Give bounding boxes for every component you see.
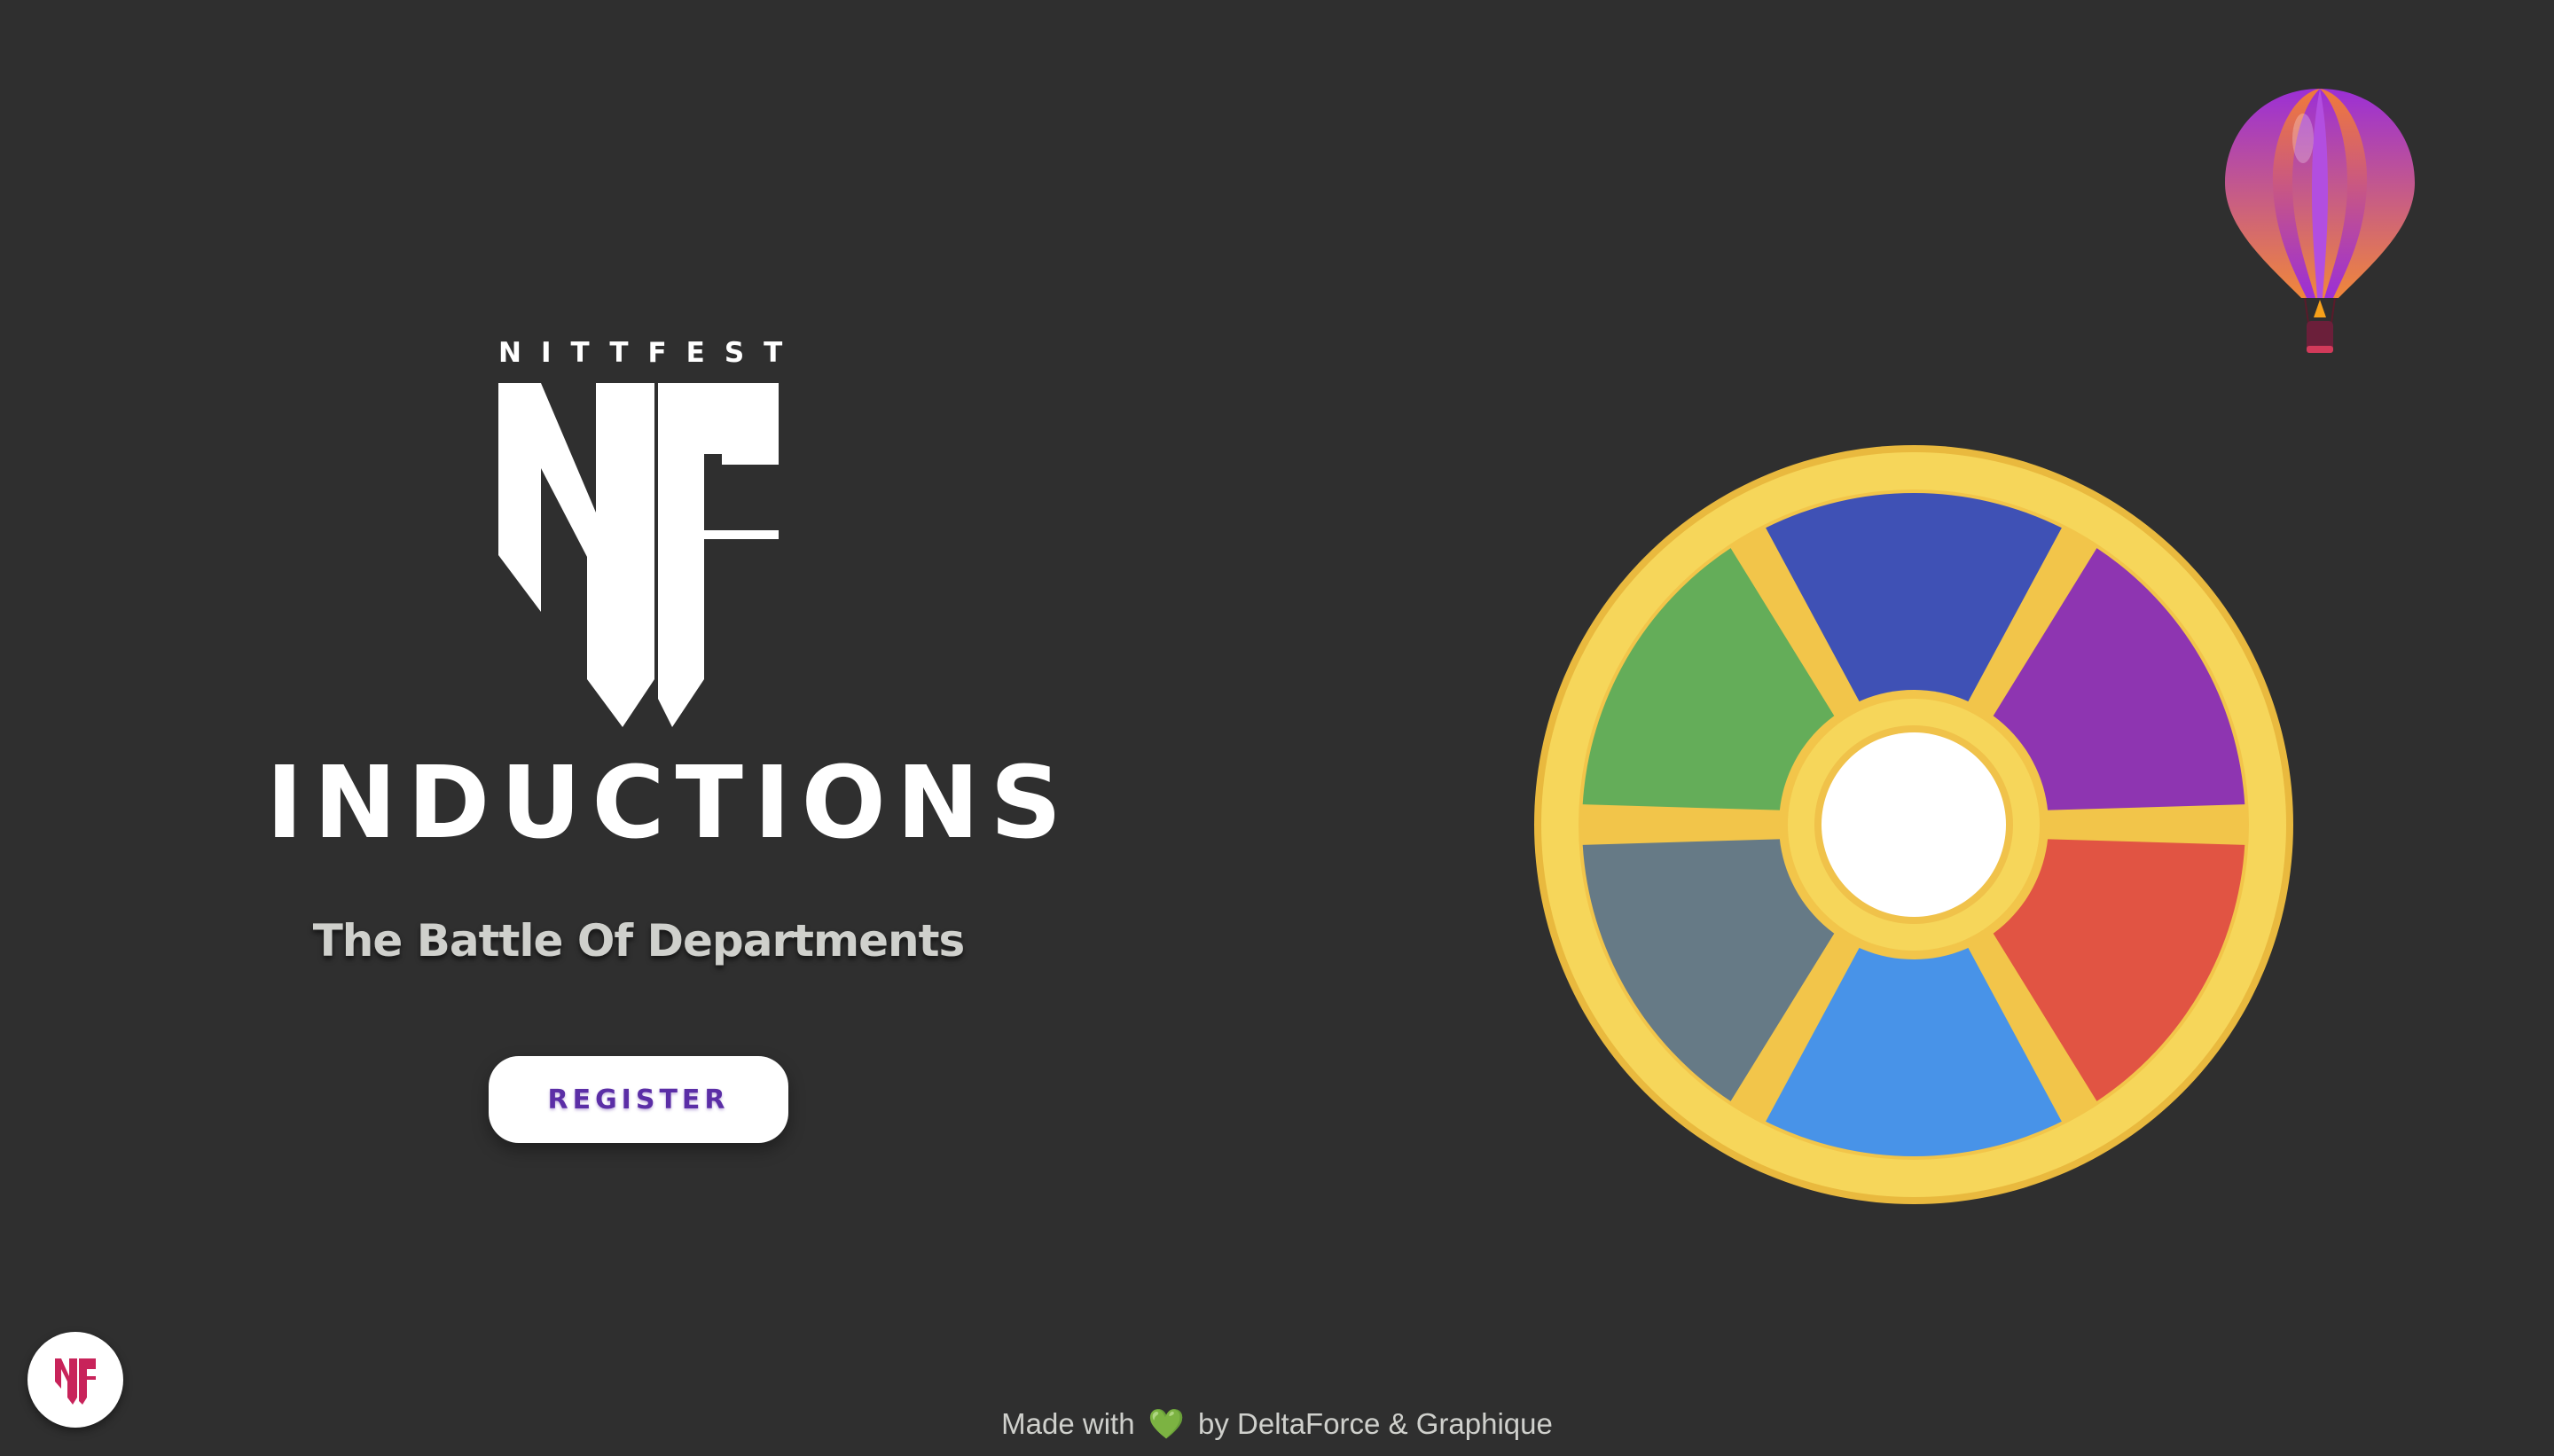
page-title: INDUCTIONS	[266, 746, 1073, 861]
nf-badge-icon	[55, 1358, 96, 1405]
logo-wordmark: NITTFEST	[498, 337, 803, 369]
register-button[interactable]: REGISTER	[489, 1056, 788, 1143]
footer-made-with: Made with	[1001, 1407, 1135, 1440]
landing-page: NITTFEST INDUCTIONS The Battle Of Depart…	[0, 0, 2554, 1456]
nittfest-logo: NITTFEST	[498, 337, 803, 727]
wheel-graphic	[1534, 445, 2293, 1204]
page-subtitle: The Battle Of Departments	[312, 915, 966, 967]
department-wheel[interactable]	[1532, 443, 2295, 1206]
nf-monogram-icon	[498, 383, 779, 727]
heart-icon: 💚	[1148, 1407, 1185, 1440]
hot-air-balloon-icon	[2221, 85, 2418, 356]
footer-credits-text: by DeltaForce & Graphique	[1197, 1407, 1553, 1440]
footer-credits: Made with 💚 by DeltaForce & Graphique	[0, 1406, 2554, 1442]
wheel-hub	[1821, 732, 2006, 917]
